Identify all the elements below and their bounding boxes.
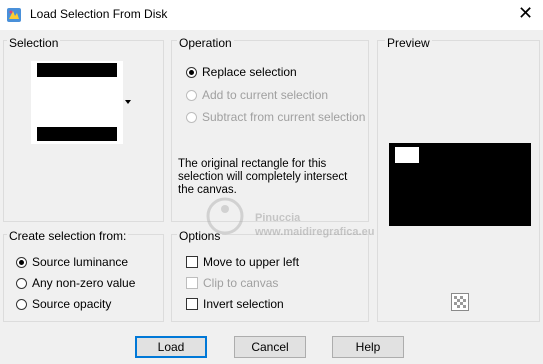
radio-indicator[interactable] (16, 298, 27, 310)
checkbox-label: Move to upper left (203, 255, 300, 269)
window-title: Load Selection From Disk (30, 7, 168, 21)
preview-group-label: Preview (385, 36, 432, 50)
watermark-name: Pinuccia (255, 212, 301, 224)
radio-indicator[interactable] (16, 277, 27, 289)
replace-selection-radio[interactable]: Replace selection (186, 64, 297, 80)
radio-label: Replace selection (202, 65, 297, 79)
close-icon[interactable]: ✕ (518, 4, 533, 22)
source-luminance-radio[interactable]: Source luminance (16, 254, 128, 270)
add-to-current-selection-radio[interactable]: Add to current selection (186, 87, 328, 103)
subtract-from-current-selection-radio[interactable]: Subtract from current selection (186, 109, 365, 125)
create-selection-from-label: Create selection from: (7, 229, 129, 243)
checkbox-label: Invert selection (203, 297, 284, 311)
checkbox-box[interactable] (186, 256, 198, 268)
selection-group-label: Selection (7, 36, 61, 50)
invert-selection-checkbox[interactable]: Invert selection (186, 296, 284, 312)
radio-label: Source opacity (32, 297, 112, 311)
watermark-logo-icon (206, 197, 244, 235)
checkbox-label: Clip to canvas (203, 276, 279, 290)
operation-description: The original rectangle for this selectio… (178, 158, 348, 196)
thumbnail-bottom-bar (37, 127, 117, 141)
watermark-url: www.maidiregrafica.eu (255, 226, 375, 238)
any-non-zero-value-radio[interactable]: Any non-zero value (16, 275, 135, 291)
radio-indicator[interactable] (186, 111, 197, 123)
preview-canvas (389, 143, 531, 226)
radio-label: Any non-zero value (32, 276, 136, 290)
move-to-upper-left-checkbox[interactable]: Move to upper left (186, 254, 299, 270)
preview-selection-rect (395, 147, 419, 163)
source-opacity-radio[interactable]: Source opacity (16, 296, 111, 312)
clip-to-canvas-checkbox[interactable]: Clip to canvas (186, 275, 278, 291)
load-button[interactable]: Load (135, 336, 207, 358)
radio-indicator[interactable] (186, 66, 197, 78)
help-button[interactable]: Help (332, 336, 404, 358)
title-bar: Load Selection From Disk ✕ (0, 0, 543, 30)
checkbox-box[interactable] (186, 277, 198, 289)
checkbox-box[interactable] (186, 298, 198, 310)
chevron-down-icon[interactable] (125, 100, 131, 104)
cancel-button[interactable]: Cancel (234, 336, 306, 358)
thumbnail-top-bar (37, 63, 117, 77)
radio-indicator[interactable] (186, 89, 197, 101)
operation-group-label: Operation (177, 36, 234, 50)
selection-thumbnail-dropdown[interactable] (31, 61, 123, 144)
radio-label: Source luminance (32, 255, 129, 269)
radio-label: Add to current selection (202, 88, 329, 102)
radio-indicator[interactable] (16, 256, 27, 268)
radio-label: Subtract from current selection (202, 110, 366, 124)
zoom-checker-icon[interactable] (451, 293, 469, 311)
app-icon (7, 8, 21, 22)
